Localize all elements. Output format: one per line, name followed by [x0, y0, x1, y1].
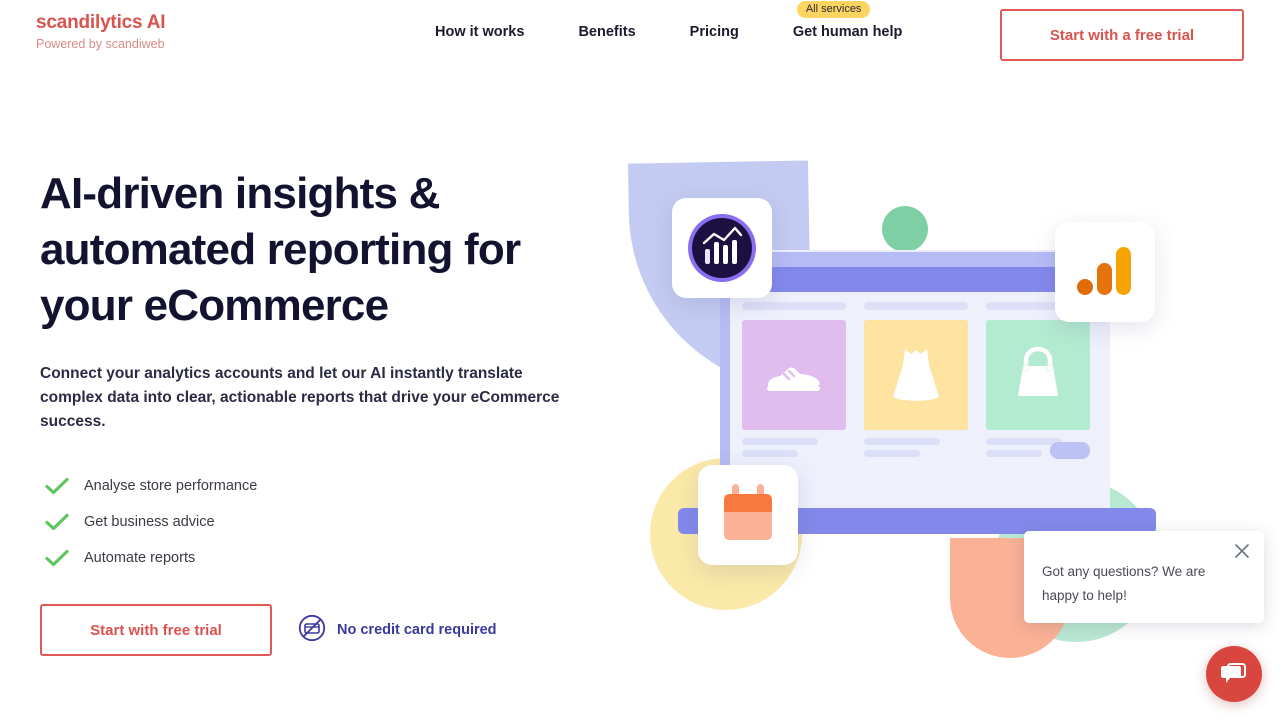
start-free-trial-button[interactable]: Start with free trial	[40, 604, 272, 656]
brand-logo[interactable]: scandilytics AI Powered by scandiweb	[36, 12, 166, 52]
decor-green-dot	[882, 206, 928, 252]
brand-subtitle: Powered by scandiweb	[36, 37, 165, 51]
calendar-icon	[724, 484, 772, 540]
google-analytics-icon	[1077, 247, 1131, 295]
nav-item-get-human-help[interactable]: All services Get human help	[792, 1, 903, 40]
sneaker-icon	[767, 367, 820, 391]
handbag-icon	[1018, 346, 1058, 396]
nav-item-how-it-works[interactable]: How it works	[435, 24, 524, 40]
list-item: Analyse store performance	[40, 468, 620, 504]
site-header: scandilytics AI Powered by scandiweb How…	[0, 0, 1280, 70]
nav-item-benefits[interactable]: Benefits	[578, 24, 635, 40]
nav-label: Get human help	[792, 24, 903, 40]
nav-label: Pricing	[689, 24, 739, 40]
checklist-label: Automate reports	[84, 550, 196, 566]
mockup-card-meta	[742, 438, 1090, 462]
list-item: Automate reports	[40, 540, 620, 576]
check-icon	[44, 549, 70, 567]
no-credit-card-note: No credit card required	[298, 614, 497, 647]
meta-column	[986, 438, 1090, 462]
page-title: AI-driven insights & automated reporting…	[40, 169, 521, 330]
nav-label: How it works	[435, 24, 525, 40]
check-icon	[44, 513, 70, 531]
meta-column	[864, 438, 1090, 462]
mockup-address-bar	[730, 267, 1110, 292]
placeholder-line	[742, 438, 818, 445]
placeholder-line	[986, 450, 1042, 457]
placeholder-line	[864, 302, 968, 310]
dress-icon	[893, 349, 939, 401]
no-credit-card-label: No credit card required	[337, 622, 497, 638]
meta-column	[742, 438, 1090, 462]
list-item: Get business advice	[40, 504, 620, 540]
mockup-header-lines	[742, 302, 1090, 310]
no-credit-card-icon	[298, 614, 326, 647]
chat-launcher-button[interactable]	[1206, 646, 1262, 702]
checklist-label: Analyse store performance	[84, 478, 258, 494]
google-analytics-tile	[1055, 222, 1155, 322]
brand-title: scandilytics AI	[36, 12, 166, 33]
product-card-handbag	[986, 320, 1090, 430]
placeholder-line	[986, 438, 1062, 445]
analytics-badge-tile	[672, 198, 772, 298]
product-card-sneaker	[742, 320, 846, 430]
landing-page: scandilytics AI Powered by scandiweb How…	[0, 0, 1280, 720]
analytics-badge-icon	[688, 214, 756, 282]
chat-greeting-text: Got any questions? We are happy to help!	[1042, 564, 1206, 603]
check-icon	[44, 477, 70, 495]
placeholder-line	[742, 450, 798, 457]
close-icon[interactable]	[1230, 539, 1254, 563]
hero-content: AI-driven insights & automated reporting…	[40, 166, 620, 656]
nav-item-pricing[interactable]: Pricing	[690, 24, 739, 40]
placeholder-line	[864, 438, 940, 445]
feature-checklist: Analyse store performance Get business a…	[40, 468, 620, 576]
chat-greeting-card: Got any questions? We are happy to help!	[1024, 531, 1264, 623]
mockup-product-cards	[742, 320, 1090, 430]
product-card-dress	[864, 320, 968, 430]
placeholder-line	[864, 450, 920, 457]
checklist-label: Get business advice	[84, 514, 215, 530]
main-navigation: How it works Benefits Pricing All servic…	[435, 1, 903, 40]
placeholder-line	[742, 302, 846, 310]
calendar-tile	[698, 465, 798, 565]
all-services-badge: All services	[796, 1, 871, 18]
hero-cta-row: Start with free trial No credit card req…	[40, 604, 620, 656]
nav-label: Benefits	[578, 24, 636, 40]
mockup-buy-pill	[1050, 442, 1090, 459]
header-free-trial-button[interactable]: Start with a free trial	[1000, 9, 1244, 61]
chat-bubble-icon	[1221, 663, 1246, 683]
hero-subtitle: Connect your analytics accounts and let …	[40, 365, 560, 430]
